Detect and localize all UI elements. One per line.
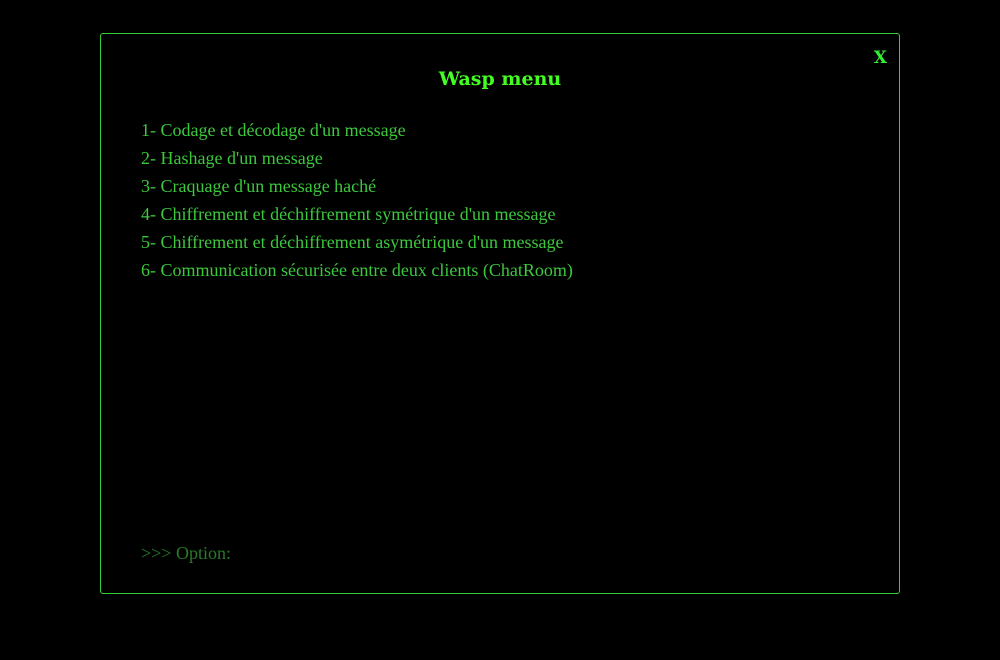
option-prompt: >>> Option: <box>141 540 795 566</box>
options-menu: 1- Codage et décodage d'un message 2- Ha… <box>141 116 573 284</box>
prompt-label: >>> Option: <box>141 543 231 563</box>
menu-item-crack-hash[interactable]: 3- Craquage d'un message haché <box>141 172 573 200</box>
option-input[interactable] <box>234 542 795 564</box>
menu-item-symmetric-cipher[interactable]: 4- Chiffrement et déchiffrement symétriq… <box>141 200 573 228</box>
menu-item-chatroom[interactable]: 6- Communication sécurisée entre deux cl… <box>141 256 573 284</box>
window-title: Wasp menu <box>438 68 562 90</box>
wasp-menu-window: X Wasp menu 1- Codage et décodage d'un m… <box>100 33 900 594</box>
close-button[interactable]: X <box>874 48 887 68</box>
menu-item-asymmetric-cipher[interactable]: 5- Chiffrement et déchiffrement asymétri… <box>141 228 573 256</box>
menu-item-hash[interactable]: 2- Hashage d'un message <box>141 144 573 172</box>
menu-item-encode-decode[interactable]: 1- Codage et décodage d'un message <box>141 116 573 144</box>
